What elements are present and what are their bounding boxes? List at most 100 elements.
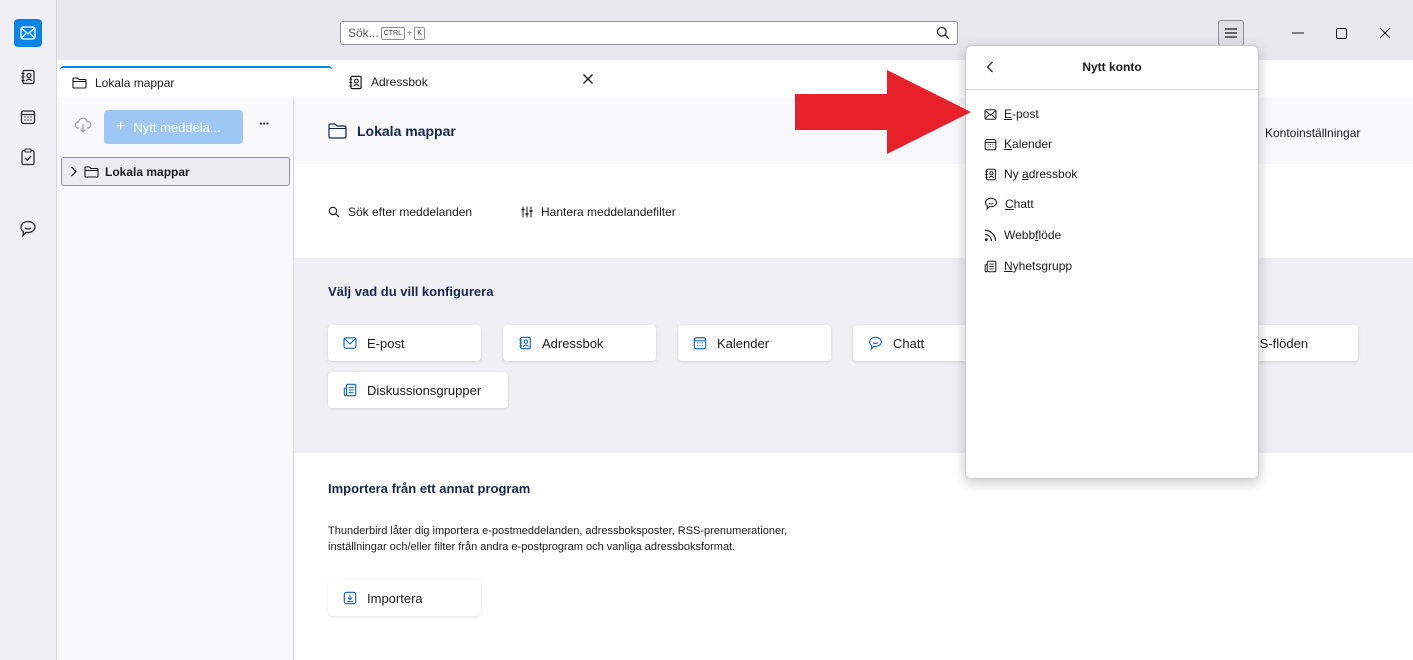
address-book-icon (21, 69, 35, 85)
close-icon (583, 74, 593, 84)
account-settings-link[interactable]: Kontoinställningar (1265, 126, 1360, 140)
label-post: yhetsgrupp (1012, 259, 1073, 273)
menu-item-label: Nyhetsgrupp (1004, 259, 1072, 273)
tab-adressbok[interactable]: Adressbok (336, 66, 608, 98)
setup-addressbook-button[interactable]: Adressbok (503, 325, 656, 361)
menu-item-label: Kalender (1004, 137, 1052, 151)
chat-icon (20, 220, 36, 238)
folder-icon (72, 77, 87, 89)
setup-calendar-label: Kalender (717, 335, 770, 351)
import-button[interactable]: Importera (328, 580, 481, 616)
tasks-icon (21, 148, 35, 166)
get-messages-button[interactable] (74, 116, 92, 134)
access-key: C (1005, 197, 1014, 211)
import-heading: Importera från ett annat program (328, 481, 531, 496)
calendar-icon (693, 337, 707, 350)
spaces-toolbar (0, 0, 57, 660)
new-account-menu: Nytt konto E-post Kalender Ny adressbok … (965, 45, 1259, 479)
plus-icon: + (116, 118, 126, 135)
label-pre: Webb (1004, 228, 1036, 242)
search-placeholder: Sök... CTRL + K (348, 26, 425, 40)
label-post: -post (1012, 107, 1039, 121)
menu-item-label: Ny adressbok (1004, 167, 1077, 181)
import-description-line-1: Thunderbird låter dig importera e-postme… (328, 525, 788, 537)
manage-filters-button[interactable]: Hantera meddelandefilter (521, 205, 676, 219)
setup-email-label: E-post (367, 335, 405, 351)
search-messages-label: Sök efter meddelanden (348, 205, 473, 219)
access-key: E (1004, 107, 1013, 121)
import-icon (343, 591, 357, 605)
mail-space-button[interactable] (14, 19, 42, 47)
minimize-button[interactable] (1283, 20, 1313, 46)
new-message-label: Nytt meddela... (133, 119, 221, 135)
calendar-icon (984, 138, 997, 150)
mail-icon (343, 337, 357, 349)
folder-tree-item-lokala-mappar[interactable]: Lokala mappar (61, 157, 290, 186)
menu-item-calendar[interactable]: Kalender (984, 137, 1052, 151)
page-title-text: Lokala mappar (357, 123, 456, 139)
close-tab-button[interactable] (582, 73, 594, 85)
label-post: alender (1012, 137, 1053, 151)
folder-pane-more-button[interactable]: ··· (259, 116, 270, 131)
k-key-badge: K (414, 26, 425, 40)
chat-icon (985, 197, 997, 211)
setup-newsgroups-button[interactable]: Diskussionsgrupper (328, 372, 508, 408)
annotation-arrow-icon (795, 70, 971, 154)
import-button-label: Importera (367, 590, 423, 606)
new-account-menu-header: Nytt konto (966, 46, 1258, 90)
app-menu-button[interactable] (1218, 20, 1244, 46)
newsgroup-icon (984, 260, 997, 272)
setup-chat-label: Chatt (893, 335, 925, 351)
search-icon[interactable] (936, 26, 950, 40)
chevron-right-icon[interactable] (70, 166, 78, 177)
search-input[interactable]: Sök... CTRL + K (340, 21, 958, 45)
minimize-icon (1292, 32, 1304, 34)
access-key: K (1004, 137, 1013, 151)
access-key: a (1022, 167, 1029, 181)
new-message-button[interactable]: + Nytt meddela... (104, 110, 243, 144)
label-post: hatt (1013, 197, 1034, 211)
import-description: Thunderbird låter dig importera e-postme… (328, 523, 787, 555)
address-book-icon (519, 336, 531, 350)
setup-calendar-button[interactable]: Kalender (678, 325, 831, 361)
menu-item-feed[interactable]: Webbflöde (984, 228, 1061, 242)
search-messages-button[interactable]: Sök efter meddelanden (328, 205, 472, 219)
import-description-line-2: inställningar och/eller filter från andr… (328, 541, 736, 553)
menu-item-newsgroup[interactable]: Nyhetsgrupp (984, 259, 1072, 273)
cloud-download-icon (74, 117, 92, 133)
newsgroup-icon (343, 383, 357, 397)
menu-item-chat[interactable]: Chatt (984, 197, 1034, 211)
tab-lokala-mappar[interactable]: Lokala mappar (60, 66, 332, 98)
folder-icon (328, 123, 347, 139)
maximize-button[interactable] (1326, 20, 1356, 46)
chat-space-button[interactable] (14, 215, 42, 243)
label-post: löde (1038, 228, 1062, 242)
maximize-icon (1335, 27, 1347, 39)
menu-item-label: E-post (1004, 107, 1039, 121)
close-window-button[interactable] (1370, 20, 1400, 46)
address-book-icon (349, 75, 362, 89)
hamburger-icon (1225, 28, 1237, 38)
menu-item-label: Webbflöde (1004, 228, 1061, 242)
tasks-space-button[interactable] (14, 143, 42, 171)
close-icon (1379, 27, 1391, 39)
menu-item-addressbook[interactable]: Ny adressbok (984, 167, 1077, 181)
search-icon (328, 206, 340, 218)
manage-filters-label: Hantera meddelandefilter (541, 205, 676, 219)
shortcut-plus: + (406, 28, 413, 38)
tab-label: Adressbok (371, 75, 428, 89)
setup-email-button[interactable]: E-post (328, 325, 481, 361)
menu-item-label: Chatt (1005, 197, 1034, 211)
configure-heading: Välj vad du vill konfigurera (328, 284, 494, 299)
address-book-space-button[interactable] (14, 63, 42, 91)
calendar-space-button[interactable] (14, 103, 42, 131)
label-post: dressbok (1028, 167, 1078, 181)
menu-item-email[interactable]: E-post (984, 107, 1039, 121)
rss-icon (984, 229, 997, 241)
ctrl-key-badge: CTRL (380, 26, 405, 40)
access-key: N (1004, 259, 1013, 273)
chat-icon (869, 336, 882, 351)
tab-label: Lokala mappar (95, 76, 175, 90)
setup-rss-label: SS-flöden (1251, 335, 1309, 351)
search-placeholder-text: Sök... (348, 26, 379, 40)
